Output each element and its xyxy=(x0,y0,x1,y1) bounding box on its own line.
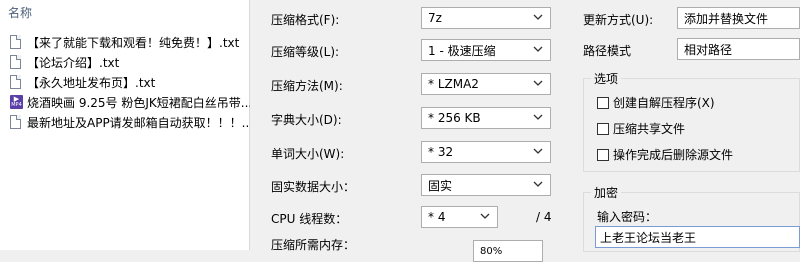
chevron-down-icon xyxy=(480,213,490,219)
format-label: 压缩格式(F): xyxy=(271,13,340,27)
file-row[interactable]: 【永久地址发布页】.txt xyxy=(10,72,250,92)
password-input[interactable]: 上老王论坛当老王 xyxy=(595,226,800,248)
file-name: 烧酒映画 9.25号 粉色JK短裙配白丝吊带... xyxy=(27,95,250,110)
chevron-down-icon xyxy=(533,46,543,52)
name-column-header[interactable]: 名称 xyxy=(8,4,32,21)
text-file-icon xyxy=(10,75,21,89)
chevron-down-icon xyxy=(533,14,543,20)
cpu-threads-select[interactable]: * 4 xyxy=(421,206,498,228)
sort-caret-icon: ⌃ xyxy=(124,0,132,7)
video-file-icon: ▶ MP4 xyxy=(10,95,23,109)
solid-size-label: 固实数据大小： xyxy=(271,180,356,194)
file-name: 【永久地址发布页】.txt xyxy=(27,75,156,90)
text-file-icon xyxy=(10,35,21,49)
memory-label: 压缩所需内存： xyxy=(271,238,356,252)
file-name: 最新地址及APP请发邮箱自动获取！！！... xyxy=(27,115,250,130)
dict-size-label: 字典大小(D): xyxy=(271,113,342,127)
update-mode-select[interactable]: 添加并替换文件 xyxy=(677,7,800,29)
solid-size-select[interactable]: 固实 xyxy=(421,174,551,196)
delete-source-checkbox-row[interactable]: 操作完成后删除源文件 xyxy=(597,146,733,163)
delete-source-checkbox[interactable] xyxy=(597,148,609,161)
chevron-down-icon xyxy=(533,148,543,154)
format-select[interactable]: 7z xyxy=(421,7,551,29)
encryption-group-title: 加密 xyxy=(591,184,622,201)
password-label: 输入密码： xyxy=(597,210,658,224)
file-row[interactable]: ▶ MP4 烧酒映画 9.25号 粉色JK短裙配白丝吊带... xyxy=(10,92,250,112)
method-label: 压缩方法(M): xyxy=(271,79,343,93)
level-label: 压缩等级(L): xyxy=(271,45,340,59)
options-group-title: 选项 xyxy=(591,70,622,87)
method-select[interactable]: * LZMA2 xyxy=(421,73,551,95)
file-name: 【论坛介绍】.txt xyxy=(27,55,120,70)
chevron-down-icon xyxy=(533,80,543,86)
cpu-threads-label: CPU 线程数： xyxy=(271,212,348,226)
file-row[interactable]: 最新地址及APP请发邮箱自动获取！！！... xyxy=(10,112,250,132)
path-mode-label: 路径模式 xyxy=(583,44,632,58)
shared-files-checkbox-row[interactable]: 压缩共享文件 xyxy=(597,120,685,137)
cpu-threads-max: / 4 xyxy=(536,210,552,224)
path-mode-select[interactable]: 相对路径 xyxy=(677,38,800,60)
update-mode-label: 更新方式(U): xyxy=(583,13,654,27)
level-select[interactable]: 1 - 极速压缩 xyxy=(421,39,551,61)
word-size-label: 单词大小(W): xyxy=(271,147,345,161)
dict-size-select[interactable]: * 256 KB xyxy=(421,107,551,129)
sfx-checkbox-row[interactable]: 创建自解压程序(X) xyxy=(597,94,715,111)
file-list-pane: 名称 ⌃ 【来了就能下载和观看！纯免费！】.txt 【论坛介绍】.txt 【永久… xyxy=(0,0,250,250)
sfx-checkbox[interactable] xyxy=(597,96,609,109)
file-row[interactable]: 【来了就能下载和观看！纯免费！】.txt xyxy=(10,32,250,52)
memory-field[interactable]: 80% xyxy=(473,240,543,262)
shared-files-checkbox[interactable] xyxy=(597,122,609,135)
file-row[interactable]: 【论坛介绍】.txt xyxy=(10,52,250,72)
file-name: 【来了就能下载和观看！纯免费！】.txt xyxy=(27,35,240,50)
chevron-down-icon xyxy=(533,114,543,120)
word-size-select[interactable]: * 32 xyxy=(421,141,551,163)
chevron-down-icon xyxy=(533,181,543,187)
text-file-icon xyxy=(10,115,21,129)
text-file-icon xyxy=(10,55,21,69)
